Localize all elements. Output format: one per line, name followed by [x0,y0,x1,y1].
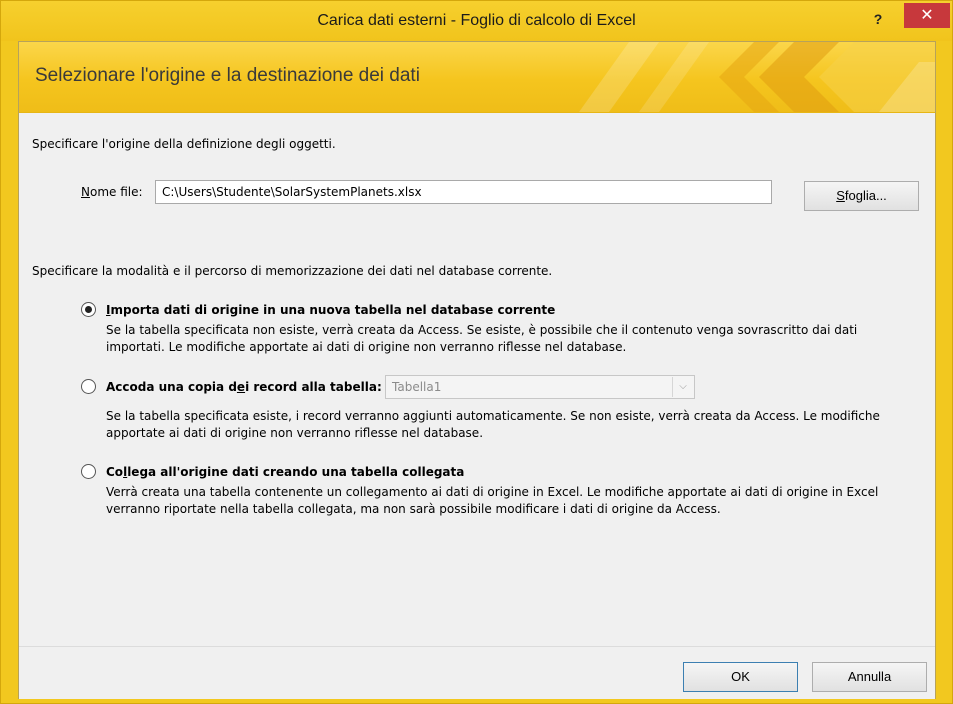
header-banner: Selezionare l'origine e la destinazione … [19,42,935,113]
append-option-label-pre: Accoda una copia d [106,380,237,394]
filename-input[interactable]: C:\Users\Studente\SolarSystemPlanets.xls… [155,180,772,204]
browse-label-rest: foglia... [844,188,887,203]
help-button[interactable]: ? [868,9,888,29]
title-bar[interactable]: Carica dati esterni - Foglio di calcolo … [1,1,952,41]
link-option-radio[interactable] [81,464,96,479]
append-table-select[interactable]: Tabella1 ⌵ [385,375,695,399]
filename-label-rest: ome file: [89,185,143,199]
append-table-select-value: Tabella1 [392,380,442,394]
filename-label: Nome file: [81,185,143,199]
browse-button[interactable]: Sfoglia... [804,181,919,211]
append-option-accel: e [236,380,246,394]
close-icon: ✕ [920,5,934,24]
source-instruction: Specificare l'origine della definizione … [32,137,336,151]
import-option-radio[interactable] [81,302,96,317]
dialog-client-area: Selezionare l'origine e la destinazione … [18,41,936,699]
import-option-label-post: mporta dati di origine in una nuova tabe… [110,303,556,317]
dialog-window: Carica dati esterni - Foglio di calcolo … [0,0,953,704]
link-option-label-pre: Co [106,465,124,479]
import-option-description: Se la tabella specificata non esiste, ve… [106,323,858,354]
cancel-button[interactable]: Annulla [812,662,927,692]
browse-accel: S [836,188,845,203]
destination-instruction: Specificare la modalità e il percorso di… [32,264,553,278]
ok-button[interactable]: OK [683,662,798,692]
link-option-description: Verrà creata una tabella contenente un c… [106,485,879,516]
chevron-down-icon[interactable]: ⌵ [672,377,693,397]
append-option-radio[interactable] [81,379,96,394]
append-option-label[interactable]: Accoda una copia dei record alla tabella… [106,380,382,394]
link-option-label-post: lega all'origine dati creando una tabell… [127,465,465,479]
filename-label-accel: N [81,185,90,199]
dialog-footer: OK Annulla [19,646,935,699]
import-option-label[interactable]: Importa dati di origine in una nuova tab… [106,303,555,317]
append-option-label-post: i record alla tabella: [245,380,382,394]
link-option-label[interactable]: Collega all'origine dati creando una tab… [106,465,464,479]
window-title: Carica dati esterni - Foglio di calcolo … [317,12,636,29]
banner-title: Selezionare l'origine e la destinazione … [35,65,420,86]
append-option-description: Se la tabella specificata esiste, i reco… [106,409,880,440]
close-button[interactable]: ✕ [904,3,950,28]
